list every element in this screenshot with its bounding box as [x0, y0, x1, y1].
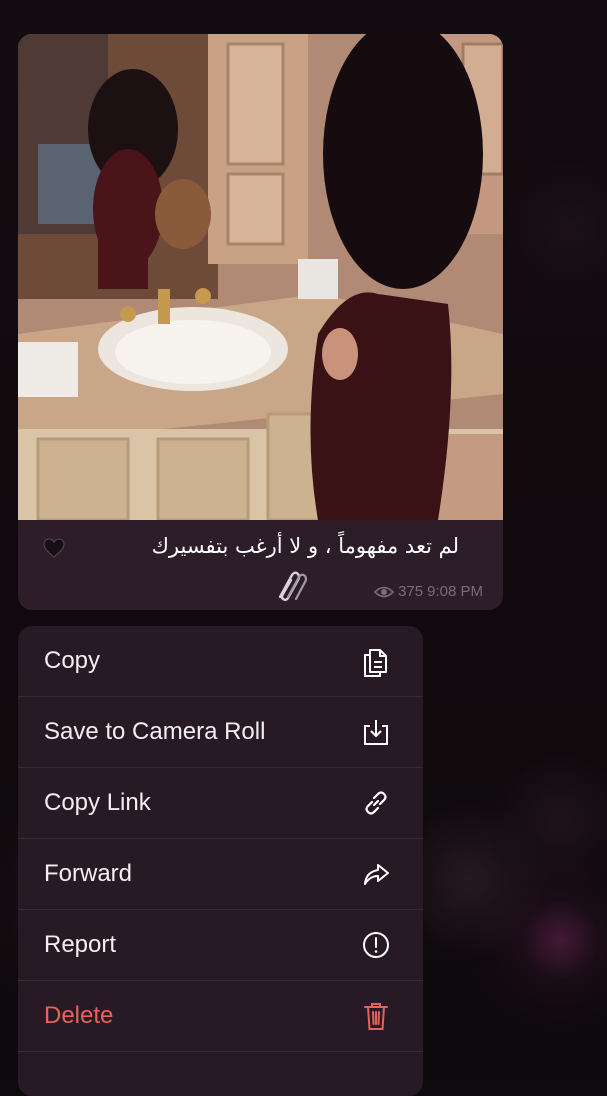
view-count: 375 [398, 583, 424, 600]
menu-item-label: Report [44, 931, 117, 958]
message-meta: 375 9:08 PM [374, 583, 483, 600]
menu-item-copy[interactable]: Copy [18, 626, 423, 697]
paperclip-icon [278, 571, 308, 601]
menu-item-forward[interactable]: Forward [18, 839, 423, 910]
menu-item-copy-link[interactable]: Copy Link [18, 768, 423, 839]
menu-item-label: Copy Link [44, 789, 151, 816]
link-icon [359, 786, 393, 820]
trash-icon [359, 999, 393, 1033]
context-menu: Copy Save to Camera Roll Copy Link Forwa… [18, 626, 423, 1096]
black-heart-icon [43, 538, 65, 558]
copy-icon [359, 644, 393, 678]
menu-item-save-to-camera-roll[interactable]: Save to Camera Roll [18, 697, 423, 768]
message-caption: لم تعد مفهوماً ، و لا أرغب بتفسيرك [151, 534, 459, 558]
menu-item-label: Forward [44, 860, 133, 887]
download-icon [359, 715, 393, 749]
menu-item-label: Save to Camera Roll [44, 718, 266, 745]
report-icon [359, 928, 393, 962]
message-photo[interactable] [18, 34, 503, 520]
menu-item-label: Copy [44, 647, 101, 674]
forward-icon [359, 857, 393, 891]
menu-item-label: Delete [44, 1002, 114, 1029]
eye-icon [374, 586, 395, 597]
message-time: 9:08 PM [427, 583, 483, 600]
message-bubble[interactable]: لم تعد مفهوماً ، و لا أرغب بتفسيرك 375 9… [18, 34, 503, 610]
menu-item-delete[interactable]: Delete [18, 981, 423, 1052]
menu-item-report[interactable]: Report [18, 910, 423, 981]
